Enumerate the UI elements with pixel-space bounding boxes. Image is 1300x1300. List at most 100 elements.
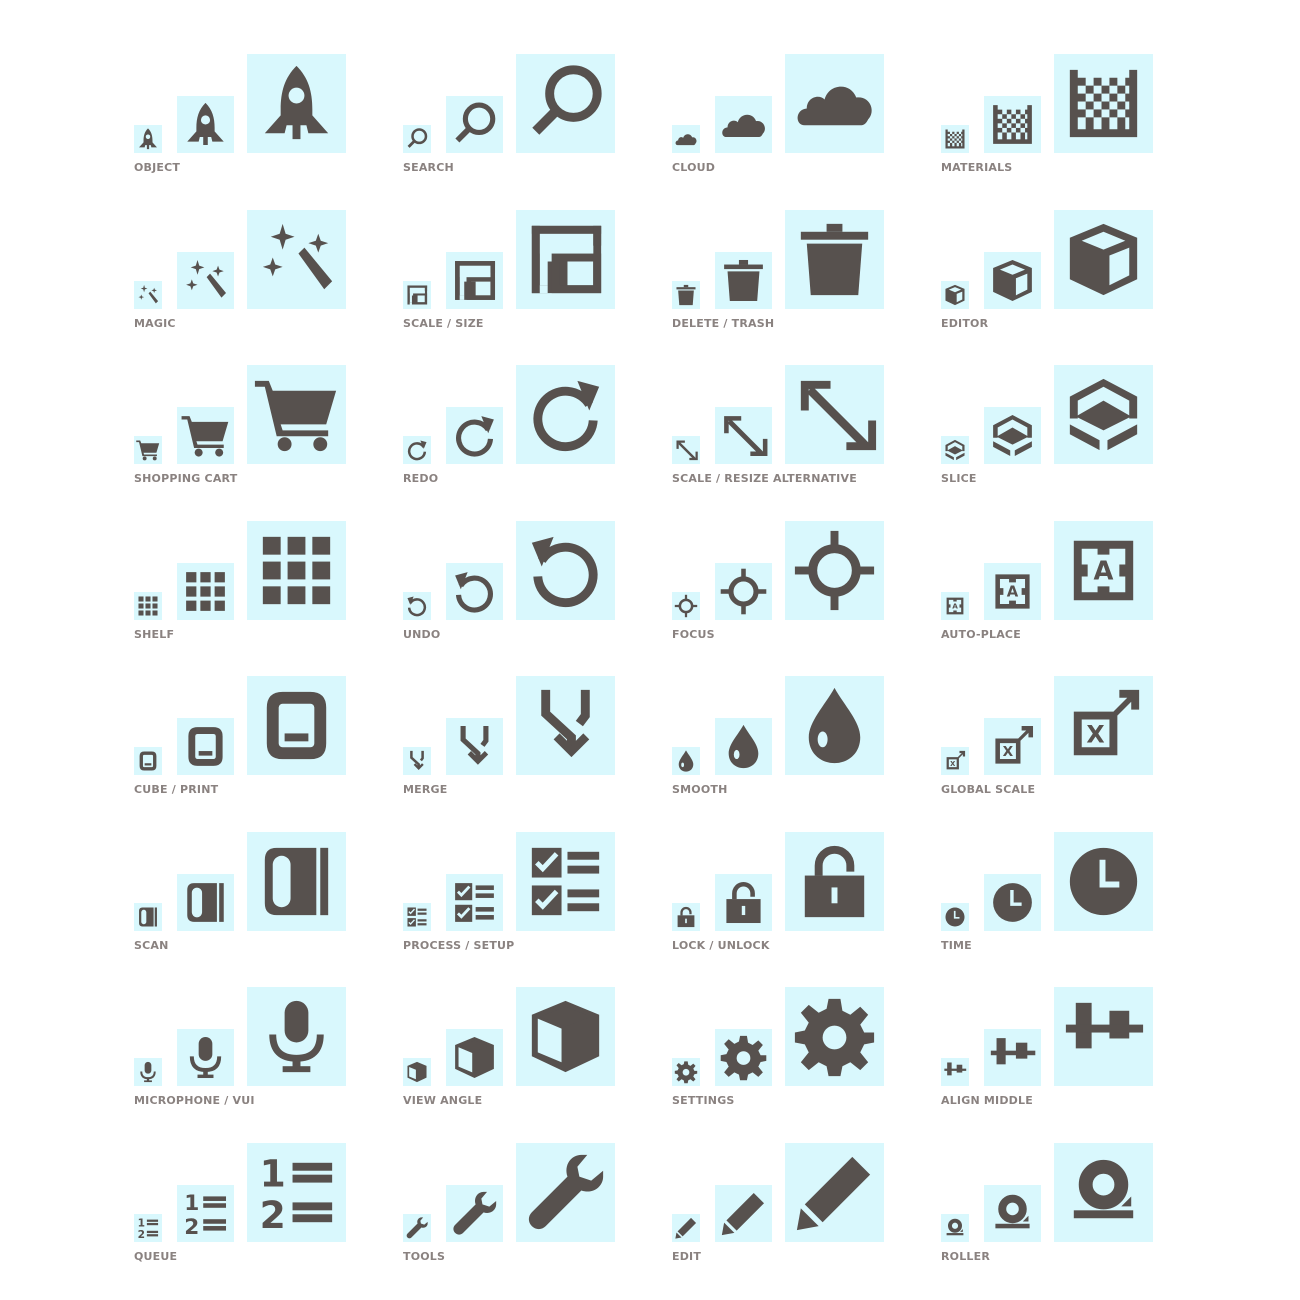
numbered-list-icon: 12 [247,1143,346,1242]
droplet-icon [672,747,700,775]
svg-text:2: 2 [138,1228,145,1241]
numbered-list-icon: 12 [134,1214,162,1242]
icon-entry: REDO [403,364,643,504]
icon-size-variants [672,520,912,620]
svg-text:A: A [952,602,958,611]
icon-entry: DELETE / TRASH [672,209,912,349]
trash-icon [715,252,772,309]
scan-icon [247,832,346,931]
cube-print-icon [247,676,346,775]
search-icon [446,96,503,153]
cube-editor-icon [1054,210,1153,309]
icon-size-variants [403,53,643,153]
icon-entry: MAGIC [134,209,374,349]
numbered-list-icon: 12 [177,1185,234,1242]
icon-entry: SLICE [941,364,1181,504]
wrench-icon [403,1214,431,1242]
slice-icon [941,436,969,464]
icon-entry: SETTINGS [672,986,912,1126]
cube-editor-icon [984,252,1041,309]
icon-label: TOOLS [403,1250,446,1263]
grid-shelf-icon [134,592,162,620]
icon-entry: SCALE / SIZE [403,209,643,349]
scale-size-icon [516,210,615,309]
icon-label: ROLLER [941,1250,991,1263]
icon-size-variants [403,986,643,1086]
icon-size-variants [134,520,374,620]
pencil-icon [715,1185,772,1242]
icon-label: QUEUE [134,1250,178,1263]
align-middle-icon [1054,987,1153,1086]
cloud-icon [785,54,884,153]
align-middle-icon [941,1058,969,1086]
pencil-icon [785,1143,884,1242]
shopping-cart-icon [134,436,162,464]
view-angle-cube-icon [446,1029,503,1086]
grid-shelf-icon [177,563,234,620]
icon-label: SMOOTH [672,783,728,796]
icon-entry: SHELF [134,520,374,660]
icon-entry: ROLLER [941,1142,1181,1282]
icon-size-variants [134,209,374,309]
trash-icon [672,281,700,309]
icon-entry: SMOOTH [672,675,912,815]
resize-diagonal-icon [672,436,700,464]
icon-label: DELETE / TRASH [672,317,775,330]
rocket-icon [134,125,162,153]
icon-entry: MERGE [403,675,643,815]
icon-sheet: OBJECT SEARCH CLOUD MATERIALS MAGIC SCALE / S… [0,0,1300,1300]
svg-text:A: A [1094,556,1114,586]
icon-size-variants [672,1142,912,1242]
icon-size-variants [403,520,643,620]
gear-icon [715,1029,772,1086]
auto-place-icon: A [941,592,969,620]
icon-size-variants: A A A [941,520,1181,620]
icon-label: FOCUS [672,628,715,641]
icon-entry: ALIGN MIDDLE [941,986,1181,1126]
icon-label: ALIGN MIDDLE [941,1094,1033,1107]
icon-label: CUBE / PRINT [134,783,219,796]
icon-size-variants [941,986,1181,1086]
crosshair-focus-icon [785,521,884,620]
icon-entry: SEARCH [403,53,643,193]
icon-size-variants: 121212 [134,1142,374,1242]
icon-label: SETTINGS [672,1094,735,1107]
icon-size-variants [672,364,912,464]
svg-text:2: 2 [184,1215,199,1240]
redo-icon [403,436,431,464]
icon-size-variants [403,209,643,309]
icon-entry: 1 2 1 2 1 2 QUEUE [134,1142,374,1282]
cube-editor-icon [941,281,969,309]
icon-label: EDIT [672,1250,702,1263]
icon-label: PROCESS / SETUP [403,939,515,952]
icon-size-variants [134,364,374,464]
lock-open-icon [672,903,700,931]
icon-label: SHOPPING CART [134,472,238,485]
cloud-icon [672,125,700,153]
resize-diagonal-icon [785,365,884,464]
icon-entry: EDITOR [941,209,1181,349]
undo-icon [516,521,615,620]
icon-entry: SCALE / RESIZE ALTERNATIVE [672,364,912,504]
icon-size-variants [672,831,912,931]
scan-icon [177,874,234,931]
icon-label: MERGE [403,783,448,796]
icon-label: TIME [941,939,972,952]
icon-entry: MATERIALS [941,53,1181,193]
icon-size-variants [403,364,643,464]
materials-icon [941,125,969,153]
icon-label: SLICE [941,472,977,485]
scale-size-icon [446,252,503,309]
scale-size-icon [403,281,431,309]
search-icon [403,125,431,153]
icon-label: VIEW ANGLE [403,1094,483,1107]
icon-label: AUTO-PLACE [941,628,1021,641]
svg-text:X: X [950,760,956,768]
lock-open-icon [785,832,884,931]
gear-icon [785,987,884,1086]
icon-label: LOCK / UNLOCK [672,939,770,952]
clock-icon [941,903,969,931]
icon-size-variants [134,53,374,153]
icon-label: GLOBAL SCALE [941,783,1036,796]
icon-label: SEARCH [403,161,454,174]
